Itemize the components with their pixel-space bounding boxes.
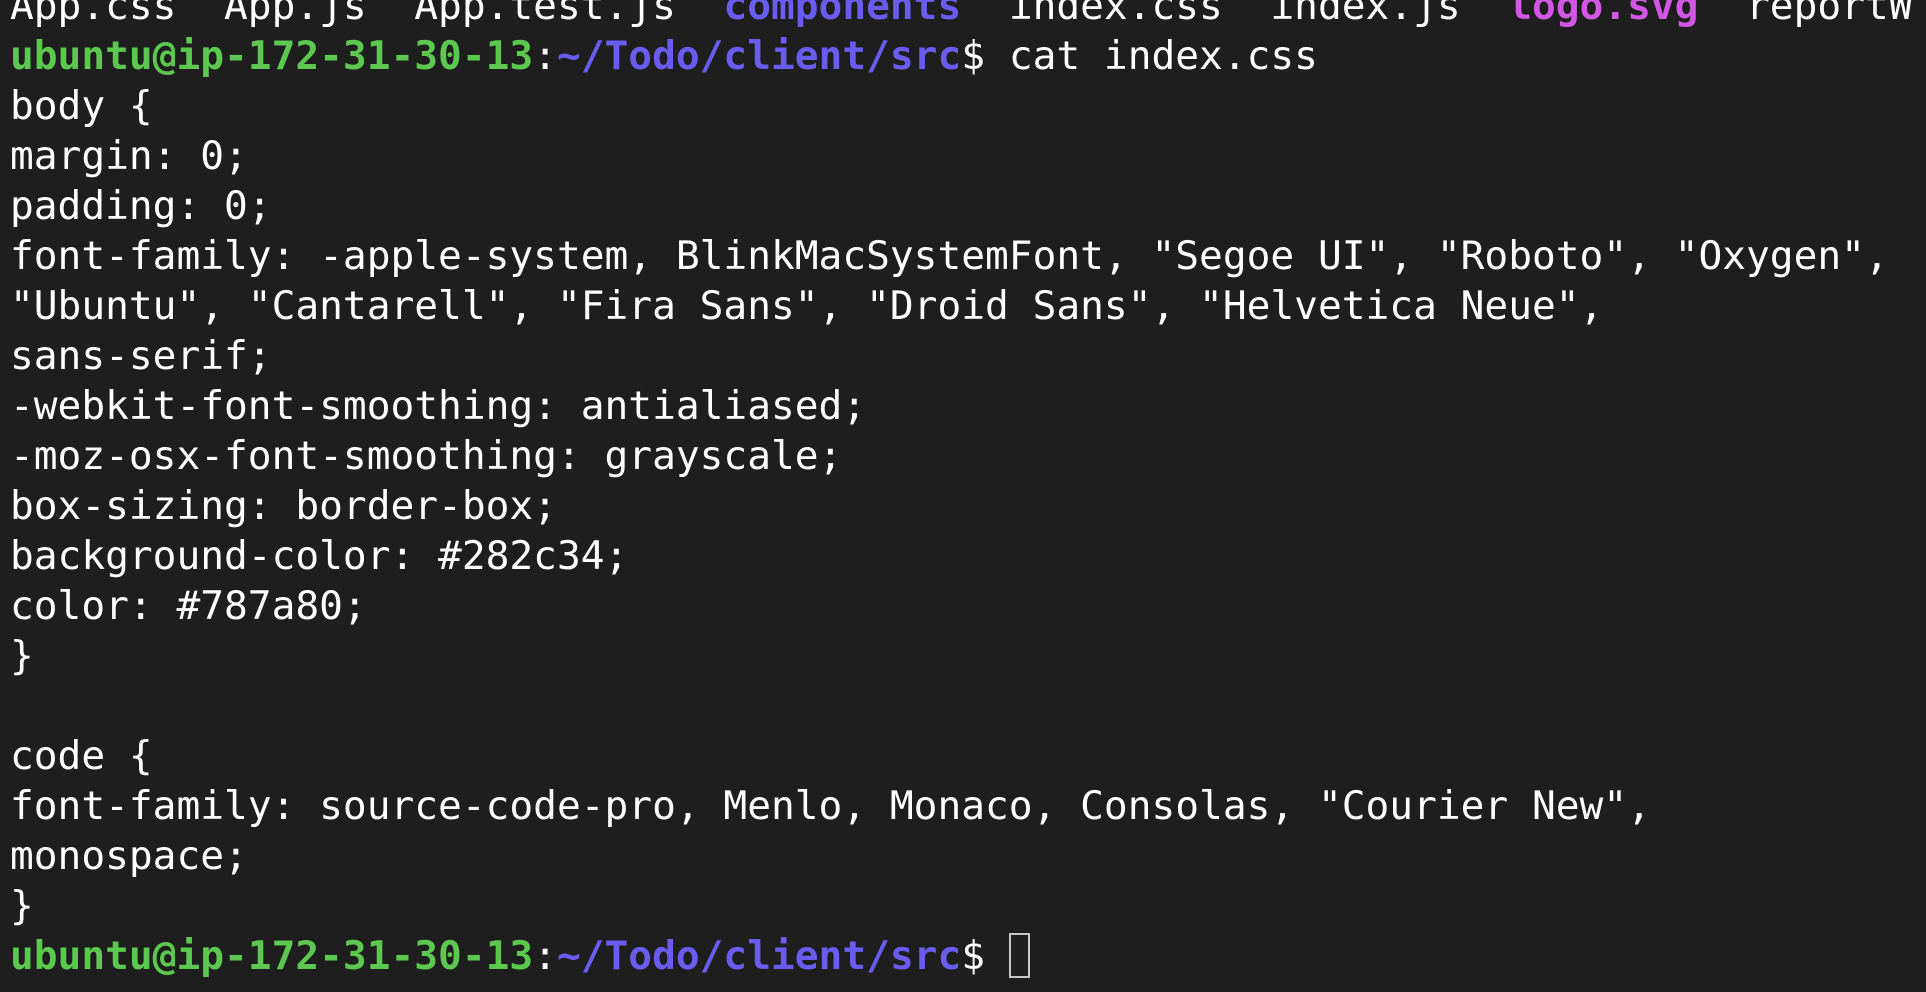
output-line: code { [10,733,153,779]
output-line: "Ubuntu", "Cantarell", "Fira Sans", "Dro… [10,283,1604,329]
output-line: -webkit-font-smoothing: antialiased; [10,383,867,429]
ls-entry-app-css: App.css [10,0,177,29]
output-line: monospace; [10,833,248,879]
ls-entry-index-js: index.js [1270,0,1461,29]
output-line: box-sizing: border-box; [10,483,557,529]
terminal-output: App.css App.js App.test.js components in… [10,0,1926,981]
ls-entry-app-js: App.js [224,0,367,29]
output-line: body { [10,83,153,129]
output-line: sans-serif; [10,333,272,379]
terminal-window[interactable]: App.css App.js App.test.js components in… [0,0,1926,992]
output-line: margin: 0; [10,133,248,179]
output-line: padding: 0; [10,183,272,229]
prompt-user-host: ubuntu@ip-172-31-30-13 [10,33,534,79]
prompt-user-host: ubuntu@ip-172-31-30-13 [10,933,534,979]
prompt-colon: : [533,933,557,979]
ls-entry-components: components [723,0,962,29]
output-line: font-family: -apple-system, BlinkMacSyst… [10,233,1889,279]
prompt-colon: : [533,33,557,79]
prompt-path: ~/Todo/client/src [556,33,962,79]
ls-entry-reportw: reportW [1746,0,1913,29]
output-line: } [10,883,34,929]
prompt-symbol: $ [961,33,1009,79]
output-line: color: #787a80; [10,583,367,629]
output-line: background-color: #282c34; [10,533,629,579]
ls-entry-logo-svg: logo.svg [1508,0,1699,29]
ls-entry-app-test-js: App.test.js [414,0,676,29]
output-line: } [10,633,34,679]
output-line: font-family: source-code-pro, Menlo, Mon… [10,783,1651,829]
command-line: ubuntu@ip-172-31-30-13:~/Todo/client/src… [10,31,1926,81]
prompt-path: ~/Todo/client/src [556,933,962,979]
text-cursor[interactable] [1008,933,1030,978]
output-line: -moz-osx-font-smoothing: grayscale; [10,433,843,479]
active-prompt-line[interactable]: ubuntu@ip-172-31-30-13:~/Todo/client/src… [10,931,1926,981]
prompt-symbol: $ [961,933,1009,979]
command-text: cat index.css [1008,33,1318,79]
ls-entry-index-css: index.css [1008,0,1223,29]
ls-output-line: App.css App.js App.test.js components in… [10,0,1926,31]
